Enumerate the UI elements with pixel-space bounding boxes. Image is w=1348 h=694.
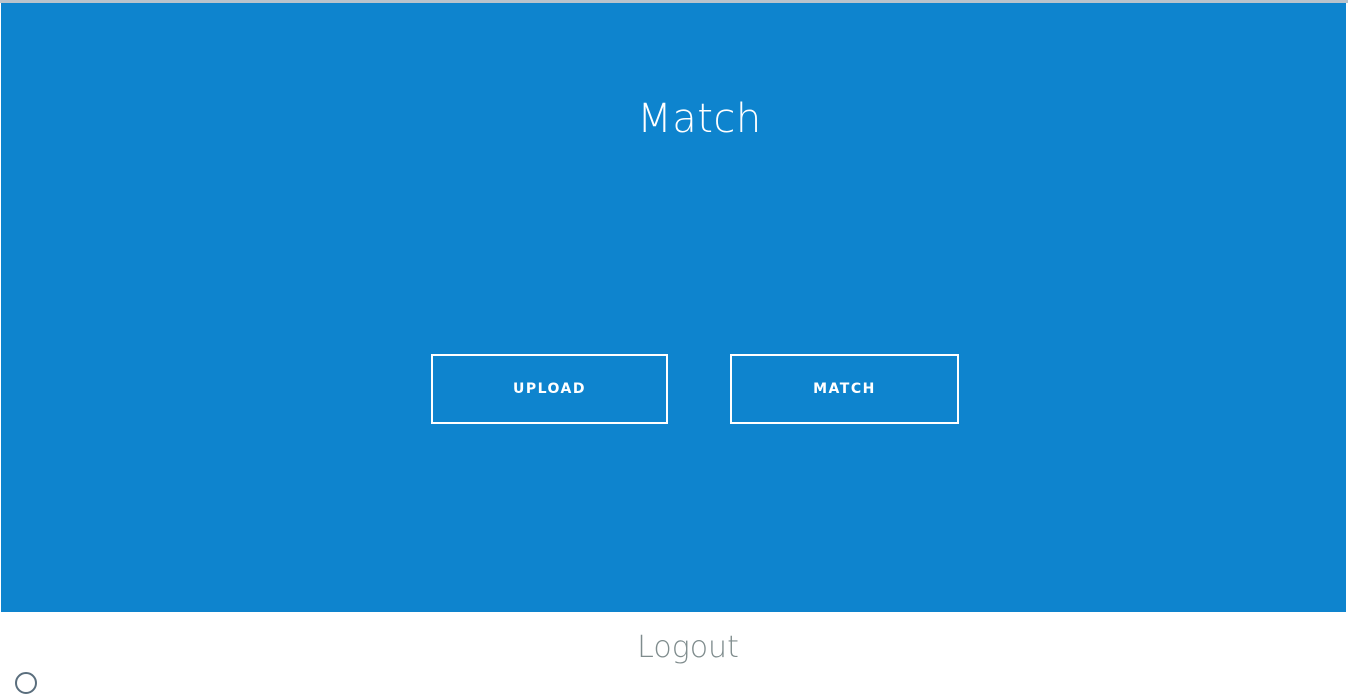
upload-button[interactable]: UPLOAD xyxy=(431,354,668,424)
circle-icon xyxy=(15,672,37,694)
logout-link[interactable]: Logout xyxy=(0,628,1348,668)
match-button[interactable]: MATCH xyxy=(730,354,959,424)
page-title: Match xyxy=(637,96,762,142)
hero-panel: Match UPLOAD MATCH xyxy=(1,3,1346,612)
